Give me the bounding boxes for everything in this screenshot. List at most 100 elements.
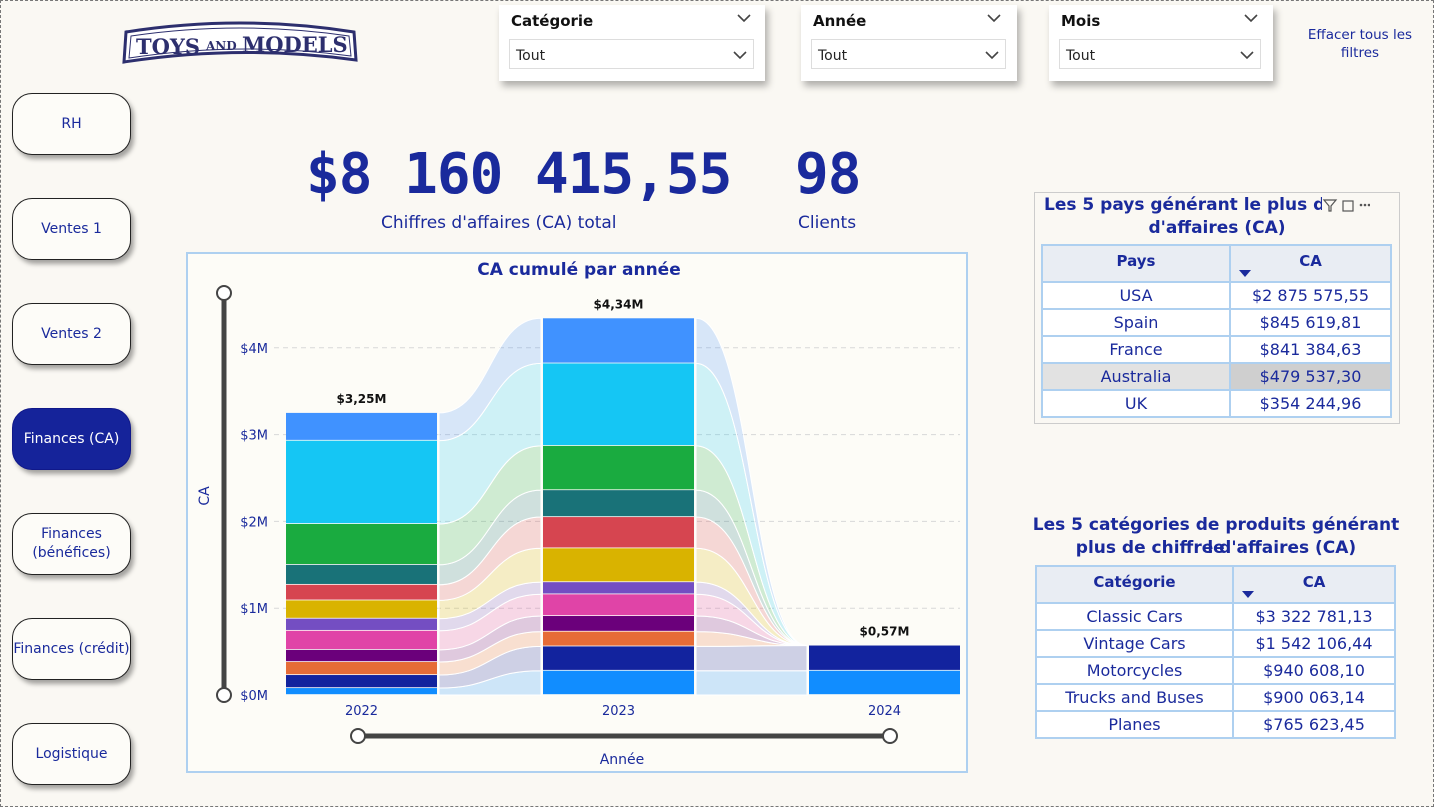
category-revenue: $3 322 781,13 [1232, 602, 1395, 631]
column-header-pays[interactable]: Pays [1041, 244, 1231, 283]
bar-segment[interactable] [286, 618, 437, 630]
nav-button-ventes-1[interactable]: Ventes 1 [12, 198, 131, 260]
table-row[interactable]: France $841 384,63 [1042, 335, 1391, 364]
bar-segment[interactable] [543, 670, 694, 695]
toys-and-models-logo: TOYS AND MODELS [122, 21, 358, 64]
chevron-down-icon[interactable] [987, 13, 1001, 23]
revenue-chart-svg: CA cumulé par année CA Année $0M $1M $2M $3… [197, 260, 960, 768]
category-revenue: $900 063,14 [1232, 683, 1395, 712]
y-range-slider-handle-bottom[interactable] [216, 687, 232, 703]
category-name: Motorcycles [1036, 656, 1233, 685]
bar-segment[interactable] [543, 363, 694, 446]
table-row[interactable]: Spain $845 619,81 [1042, 308, 1391, 337]
bar-segment[interactable] [543, 517, 694, 548]
bar-segment[interactable] [543, 646, 694, 670]
bar-segment[interactable] [286, 688, 437, 695]
bar-segment[interactable] [286, 662, 437, 675]
bar-segment[interactable] [286, 584, 437, 600]
country-name: Australia [1042, 362, 1230, 391]
nav-button-ventes-2[interactable]: Ventes 2 [12, 303, 131, 365]
bar-segment[interactable] [286, 564, 437, 584]
category-revenue: $765 623,45 [1232, 710, 1395, 739]
total-revenue-value: $8 160 415,55 [306, 142, 732, 207]
ribbon-segment [695, 645, 808, 672]
column-header-ca[interactable]: CA [1229, 244, 1392, 283]
year-dropdown[interactable]: Tout [811, 39, 1006, 69]
sort-descending-icon [1242, 591, 1254, 598]
bar-segment[interactable] [543, 548, 694, 582]
bar-segment[interactable] [543, 582, 694, 594]
table-row[interactable]: Trucks and Buses $900 063,14 [1036, 683, 1395, 712]
top-categories-title-line2: plus de chiffre d'affaires (CA) [1075, 538, 1357, 558]
bar-total-label: $4,34M [594, 297, 644, 311]
nav-button-finances-credit[interactable]: Finances (crédit) [12, 618, 131, 680]
bar-segment[interactable] [543, 490, 694, 517]
nav-button-rh[interactable]: RH [12, 93, 131, 155]
sort-descending-icon [1239, 270, 1251, 277]
bar-segment[interactable] [286, 630, 437, 650]
logo-text-models: MODELS [242, 32, 348, 57]
chevron-down-icon[interactable] [737, 13, 751, 23]
country-revenue: $354 244,96 [1229, 389, 1391, 418]
bar-segment[interactable] [286, 675, 437, 688]
bar-total-label: $3,25M [337, 392, 387, 406]
country-revenue: $2 875 575,55 [1229, 281, 1391, 310]
country-revenue: $845 619,81 [1229, 308, 1391, 337]
country-name: France [1042, 335, 1230, 364]
country-name: UK [1042, 389, 1230, 418]
clear-all-filters-button[interactable]: Effacer tous les filtres [1300, 26, 1420, 62]
year-dropdown-value: Tout [818, 48, 848, 64]
bar-segment[interactable] [543, 445, 694, 490]
table-row[interactable]: Planes $765 623,45 [1036, 710, 1395, 739]
bar-segment[interactable] [543, 594, 694, 616]
y-tick-label: $0M [240, 689, 268, 704]
y-range-slider-handle-top[interactable] [216, 285, 232, 301]
bar-segment[interactable] [286, 440, 437, 524]
category-name: Classic Cars [1036, 602, 1233, 631]
bar-total-label: $0,57M [860, 625, 910, 639]
month-dropdown[interactable]: Tout [1059, 39, 1261, 69]
table-row-highlighted[interactable]: Australia $479 537,30 [1042, 362, 1391, 391]
chevron-down-icon[interactable] [1244, 13, 1258, 23]
more-options-icon[interactable] [1359, 203, 1363, 207]
country-name: USA [1042, 281, 1230, 310]
table-row[interactable]: UK $354 244,96 [1042, 389, 1391, 418]
column-header-categorie[interactable]: Catégorie [1035, 565, 1234, 604]
bar-segment[interactable] [286, 600, 437, 618]
nav-button-logistique[interactable]: Logistique [12, 723, 131, 785]
bar-segment[interactable] [809, 645, 960, 670]
bar-segment[interactable] [543, 616, 694, 631]
country-revenue: $479 537,30 [1229, 362, 1391, 391]
x-tick-label: 2022 [345, 704, 378, 719]
category-dropdown[interactable]: Tout [509, 39, 754, 69]
total-revenue-label: Chiffres d'affaires (CA) total [381, 213, 617, 233]
logo-text-toys: TOYS [136, 34, 200, 59]
x-tick-label: 2023 [602, 704, 635, 719]
category-slicer-title: Catégorie [511, 12, 594, 30]
table-row[interactable]: USA $2 875 575,55 [1042, 281, 1391, 310]
bar-segment[interactable] [543, 631, 694, 646]
bar-segment[interactable] [286, 524, 437, 564]
x-range-slider-handle-right[interactable] [882, 728, 898, 744]
x-tick-label: 2024 [868, 704, 901, 719]
top-categories-table: Catégorie CA Classic Cars $3 322 781,13 V… [1035, 565, 1396, 739]
x-range-slider-handle-left[interactable] [350, 728, 366, 744]
table-row[interactable]: Vintage Cars $1 542 106,44 [1036, 629, 1395, 658]
y-tick-label: $3M [240, 429, 268, 444]
nav-button-finances-ca[interactable]: Finances (CA) [12, 408, 131, 470]
chevron-down-icon [1240, 51, 1254, 60]
column-header-ca[interactable]: CA [1232, 565, 1396, 604]
y-tick-label: $4M [240, 342, 268, 357]
nav-button-finances-benefices[interactable]: Finances (bénéfices) [12, 513, 131, 575]
bar-segment[interactable] [286, 412, 437, 440]
bar-segment[interactable] [286, 649, 437, 662]
top-countries-table: Pays CA USA $2 875 575,55 Spain $845 619,8… [1041, 244, 1392, 418]
table-row[interactable]: Classic Cars $3 322 781,13 [1036, 602, 1395, 631]
clients-count-value: 98 [795, 142, 861, 207]
table-row[interactable]: Motorcycles $940 608,10 [1036, 656, 1395, 685]
filter-icon[interactable] [1322, 199, 1338, 212]
bar-segment[interactable] [809, 670, 960, 695]
bar-segment[interactable] [543, 318, 694, 363]
focus-mode-icon[interactable] [1342, 200, 1354, 212]
category-name: Trucks and Buses [1036, 683, 1233, 712]
